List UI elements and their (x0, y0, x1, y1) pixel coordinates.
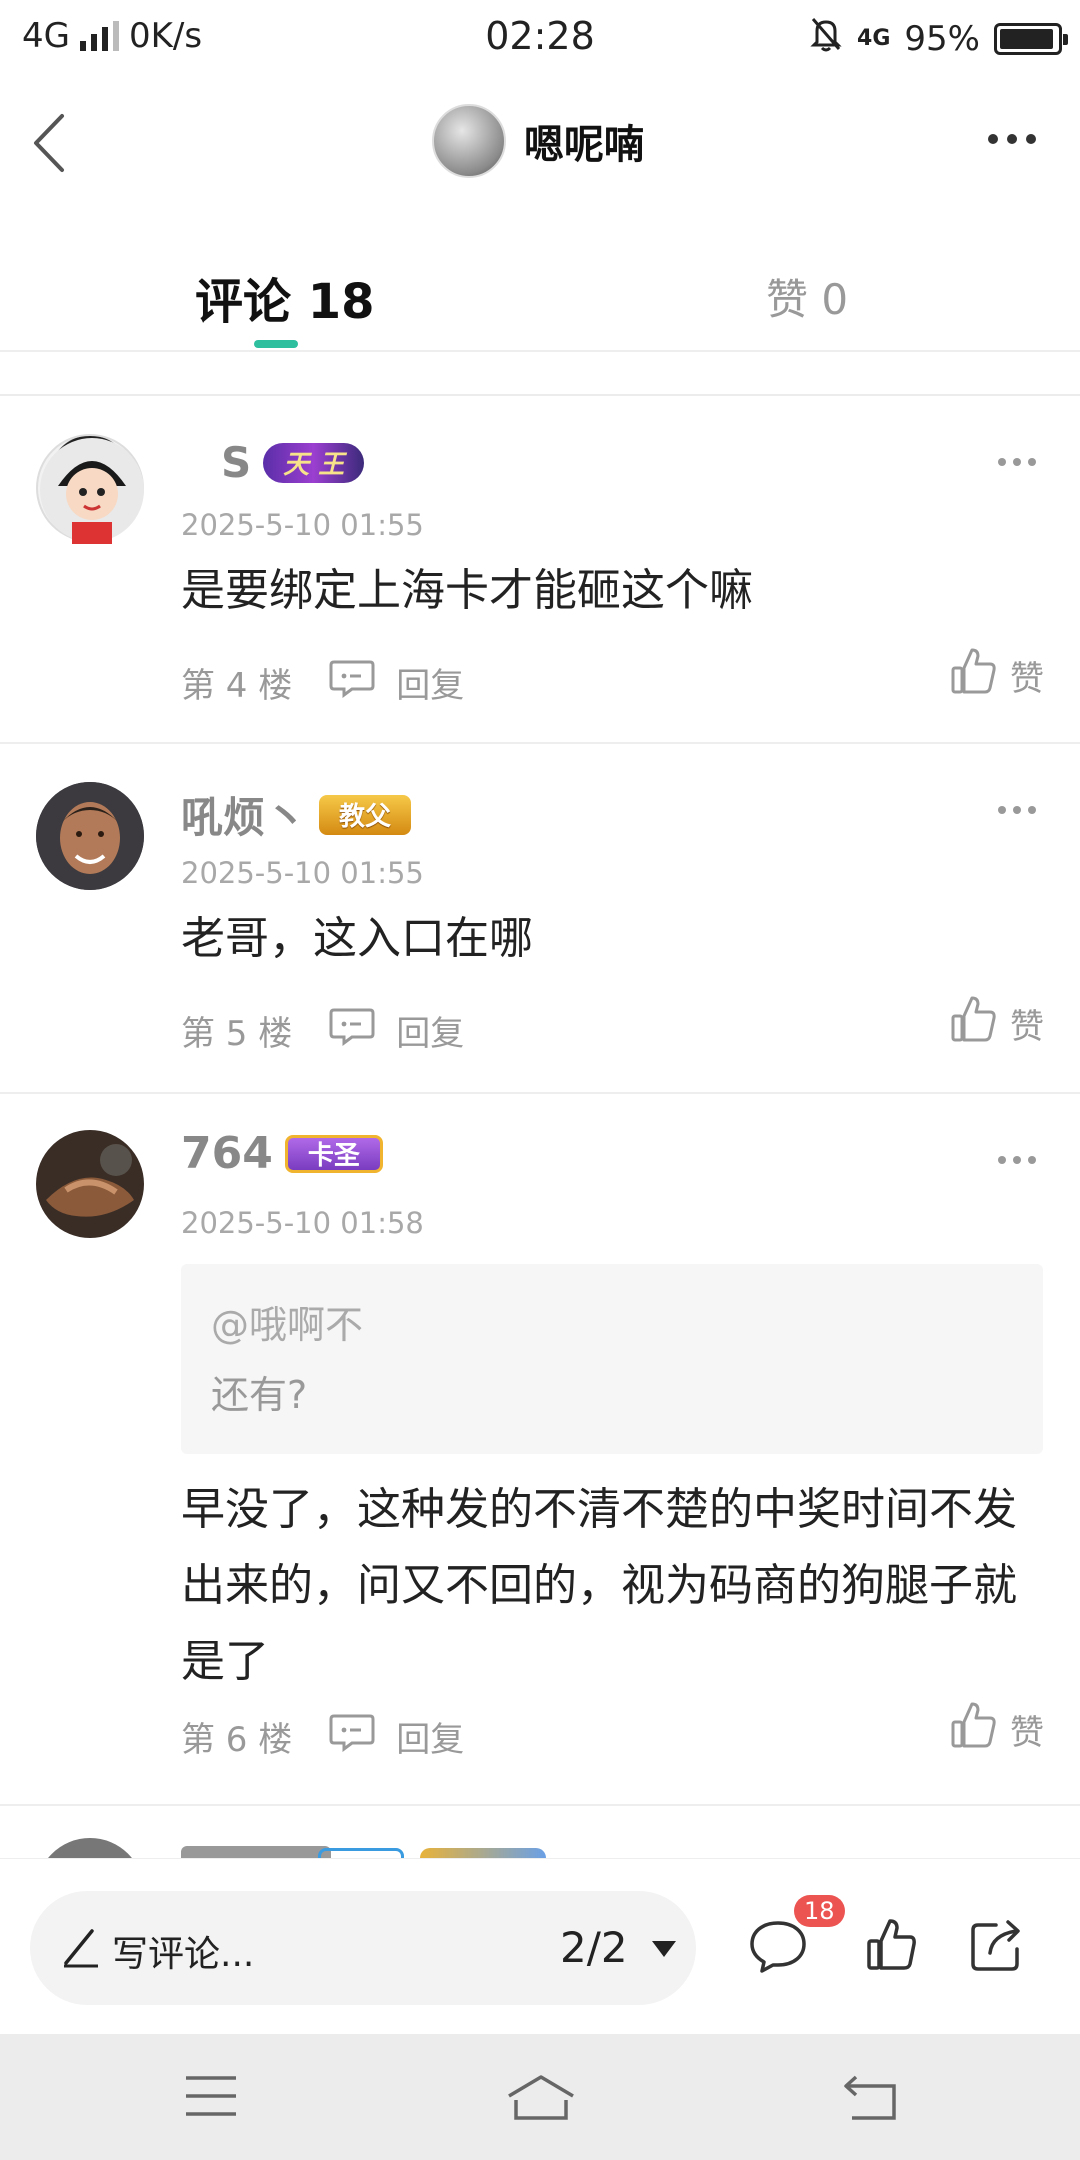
avatar[interactable] (36, 1130, 144, 1238)
quoted-user[interactable]: @哦啊不 (211, 1294, 363, 1349)
thumbs-up-icon (950, 994, 998, 1053)
comment-time: 2025-5-10 01:55 (181, 856, 424, 890)
user-badge: 天 王 (263, 442, 365, 483)
comment-content: 老哥，这入口在哪 (181, 913, 533, 964)
write-comment-placeholder: 写评论... (112, 1934, 255, 1975)
share-icon[interactable] (968, 1917, 1026, 1977)
like-button[interactable]: 赞 (950, 646, 1044, 705)
header-title: 嗯呢喃 (524, 122, 644, 168)
status-right: 4G 95% (809, 16, 1068, 61)
more-options-icon[interactable] (988, 134, 1036, 144)
caret-down-icon[interactable] (652, 1941, 676, 1957)
comment-item: 吼烦丶 教父 2025-5-10 01:55 老哥，这入口在哪 第 5 楼 回复… (0, 744, 1080, 1094)
app-screen: 4G 0K/s 02:28 4G 95% 嗯呢喃 评论 18 赞 0 S 天 王… (0, 0, 1080, 2160)
tab-comments[interactable]: 评论 18 (195, 262, 375, 332)
comment-count-badge: 18 (794, 1895, 845, 1927)
comment-time: 2025-5-10 01:58 (181, 1206, 424, 1240)
name-row: 764 卡圣 (181, 1128, 383, 1179)
header-user[interactable]: 嗯呢喃 (432, 104, 644, 178)
quoted-text: 还有? (211, 1373, 308, 1417)
comment-more-icon[interactable] (998, 1156, 1036, 1164)
status-bar: 4G 0K/s 02:28 4G 95% (0, 0, 1080, 72)
cartoon-face-icon (40, 438, 144, 544)
like-label: 赞 (1010, 1713, 1044, 1753)
username[interactable]: S (221, 438, 251, 487)
like-button[interactable]: 赞 (950, 994, 1044, 1053)
comment-bubble-icon[interactable] (748, 1917, 808, 1979)
floor-number: 第 5 楼 (181, 1014, 293, 1054)
tab-likes[interactable]: 赞 0 (766, 266, 848, 327)
mute-bell-icon (809, 16, 843, 61)
header-avatar[interactable] (432, 104, 506, 178)
comment-time: 2025-5-10 01:55 (181, 508, 424, 542)
reply-button[interactable]: 回复 (396, 1006, 464, 1055)
username[interactable]: 吼烦丶 (181, 784, 307, 845)
name-row: 吼烦丶 教父 (181, 784, 412, 845)
comment-item: S 天 王 2025-5-10 01:55 是要绑定上海卡才能砸这个嘛 第 4 … (0, 396, 1080, 744)
comment-more-icon[interactable] (998, 806, 1036, 814)
battery-percent: 95% (904, 18, 980, 59)
system-navigation-bar (0, 2034, 1080, 2160)
top-header: 嗯呢喃 (0, 72, 1080, 212)
username[interactable]: 764 (181, 1128, 273, 1179)
comment-more-icon[interactable] (998, 458, 1036, 466)
thumbs-up-icon[interactable] (866, 1917, 918, 1977)
thumbs-up-icon (950, 646, 998, 705)
comment-meta: 第 5 楼 回复 (181, 1006, 464, 1055)
page-indicator[interactable]: 2/2 (560, 1923, 628, 1972)
comment-content: 早没了，这种发的不清不楚的中奖时间不发出来的，问又不回的，视为码商的狗腿子就是了 (181, 1484, 1017, 1687)
floor-number: 第 6 楼 (181, 1720, 293, 1760)
comment-item-partial (0, 1806, 1080, 1858)
avatar[interactable] (36, 434, 144, 544)
thumbs-up-icon (950, 1700, 998, 1759)
back-button[interactable] (26, 108, 86, 178)
user-badge-partial (318, 1848, 404, 1858)
reply-icon[interactable] (328, 1006, 376, 1055)
pencil-icon (60, 1925, 100, 1973)
user-badge-partial-2 (420, 1848, 546, 1858)
like-label: 赞 (1010, 659, 1044, 699)
quoted-comment[interactable]: @哦啊不 还有? (181, 1264, 1043, 1454)
username-partial (181, 1846, 331, 1858)
battery-fill (1000, 28, 1053, 49)
comment-meta: 第 4 楼 回复 (181, 658, 464, 707)
write-comment-input[interactable]: 写评论... 2/2 (30, 1891, 696, 2005)
bottom-action-bar: 写评论... 2/2 18 (0, 1858, 1080, 2034)
chevron-left-icon (34, 114, 64, 172)
hands-photo-icon (36, 1130, 144, 1238)
comment-item: 764 卡圣 2025-5-10 01:58 @哦啊不 还有? 早没了，这种发的… (0, 1094, 1080, 1806)
avatar[interactable] (36, 782, 144, 890)
face-photo-icon (36, 782, 144, 890)
battery-icon (994, 22, 1068, 55)
floor-number: 第 4 楼 (181, 666, 293, 706)
name-row: S 天 王 (181, 438, 365, 487)
comment-meta: 第 6 楼 回复 (181, 1712, 464, 1761)
tab-active-indicator (254, 340, 298, 348)
reply-button[interactable]: 回复 (396, 658, 464, 707)
mobile-data-indicator: 4G (857, 25, 891, 51)
like-label: 赞 (1010, 1007, 1044, 1047)
back-nav-icon[interactable] (842, 2074, 898, 2126)
comment-content: 是要绑定上海卡才能砸这个嘛 (181, 565, 753, 616)
user-badge: 教父 (319, 794, 412, 835)
reply-icon[interactable] (328, 1712, 376, 1761)
reply-icon[interactable] (328, 658, 376, 707)
user-badge: 卡圣 (284, 1134, 383, 1173)
avatar[interactable] (36, 1838, 144, 1858)
tab-bar: 评论 18 赞 0 (0, 212, 1080, 352)
home-icon[interactable] (506, 2074, 576, 2126)
like-button[interactable]: 赞 (950, 1700, 1044, 1759)
reply-button[interactable]: 回复 (396, 1712, 464, 1761)
menu-icon[interactable] (184, 2074, 238, 2122)
